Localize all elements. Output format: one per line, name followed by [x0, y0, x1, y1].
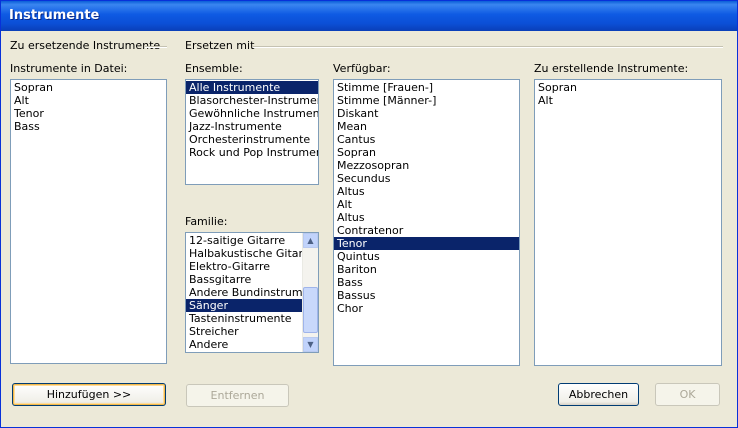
ok-button[interactable]: OK [655, 383, 720, 406]
list-item[interactable]: Jazz-Instrumente [186, 120, 318, 133]
familie-scrollbar[interactable]: ▲ ▼ [302, 233, 318, 352]
remove-button[interactable]: Entfernen [186, 384, 289, 407]
ensemble-list[interactable]: Alle InstrumenteBlasorchester-Instrument… [185, 79, 319, 185]
file-instruments-label: Instrumente in Datei: [10, 62, 128, 75]
list-item[interactable]: Stimme [Männer-] [334, 94, 519, 107]
list-item[interactable]: Sänger [186, 299, 303, 312]
list-item[interactable]: Stimme [Frauen-] [334, 81, 519, 94]
list-item[interactable]: Sopran [535, 81, 721, 94]
list-item[interactable]: Orchesterinstrumente [186, 133, 318, 146]
list-item[interactable]: Altus [334, 185, 519, 198]
list-item[interactable]: Bassgitarre [186, 273, 303, 286]
list-item[interactable]: Andere Bundinstrument [186, 286, 318, 299]
scroll-down-button[interactable]: ▼ [303, 337, 318, 352]
add-button[interactable]: Hinzufügen >> [12, 383, 166, 406]
list-item[interactable]: Bass [334, 276, 519, 289]
right-group-divider [253, 46, 723, 48]
list-item[interactable]: Bariton [334, 263, 519, 276]
list-item[interactable]: Elektro-Gitarre [186, 260, 303, 273]
zu-erstellende-label: Zu erstellende Instrumente: [534, 62, 689, 75]
list-item[interactable]: Alt [535, 94, 721, 107]
list-item[interactable]: Rock und Pop Instrumente [186, 146, 318, 159]
list-item[interactable]: Bass [11, 120, 166, 133]
ensemble-label: Ensemble: [185, 62, 243, 75]
list-item[interactable]: Chor [334, 302, 519, 315]
list-item[interactable]: Alt [11, 94, 166, 107]
title-bar[interactable]: Instrumente [1, 1, 737, 31]
list-item[interactable]: Diskant [334, 107, 519, 120]
scroll-up-button[interactable]: ▲ [303, 233, 318, 248]
list-item[interactable]: Bassus [334, 289, 519, 302]
list-item[interactable]: Sopran [11, 81, 166, 94]
window-title: Instrumente [9, 8, 100, 23]
left-group-divider [145, 46, 167, 48]
list-item[interactable]: Halbakustische Gitarre [186, 247, 314, 260]
verfuegbar-list[interactable]: Stimme [Frauen-] Stimme [Männer-] Diskant M… [333, 79, 520, 366]
list-item[interactable]: Andere [186, 338, 303, 351]
list-item[interactable]: Mean [334, 120, 519, 133]
list-item[interactable]: Tenor [11, 107, 166, 120]
list-item[interactable]: Blasorchester-Instrumente [186, 94, 318, 107]
familie-list[interactable]: 12-saitige Gitarre Halbakustische Gitarre… [185, 232, 319, 353]
list-item[interactable]: Gewöhnliche Instrumente [186, 107, 318, 120]
scroll-thumb[interactable] [303, 287, 318, 333]
list-item[interactable]: Tenor [334, 237, 519, 250]
cancel-button[interactable]: Abbrechen [558, 383, 639, 406]
familie-label: Familie: [185, 215, 228, 228]
list-item[interactable]: Tasteninstrumente [186, 312, 303, 325]
list-item[interactable]: Quintus [334, 250, 519, 263]
list-item[interactable]: Alt [334, 198, 519, 211]
list-item[interactable]: Streicher [186, 325, 303, 338]
list-item[interactable]: Contratenor [334, 224, 519, 237]
verfuegbar-label: Verfügbar: [333, 62, 391, 75]
list-item[interactable]: Cantus [334, 133, 519, 146]
list-item[interactable]: Secundus [334, 172, 519, 185]
file-instruments-list[interactable]: Sopran Alt Tenor Bass [10, 79, 167, 364]
list-item[interactable]: Altus [334, 211, 519, 224]
list-item[interactable]: Sopran [334, 146, 519, 159]
right-group-title: Ersetzen mit [185, 39, 255, 52]
list-item[interactable]: 12-saitige Gitarre [186, 234, 303, 247]
left-group-title: Zu ersetzende Instrumente [10, 39, 161, 52]
list-item[interactable]: Alle Instrumente [186, 81, 318, 94]
zu-erstellende-list[interactable]: Sopran Alt [534, 79, 722, 366]
list-item[interactable]: Mezzosopran [334, 159, 519, 172]
instrumente-dialog: Instrumente Zu ersetzende Instrumente In… [0, 0, 738, 428]
